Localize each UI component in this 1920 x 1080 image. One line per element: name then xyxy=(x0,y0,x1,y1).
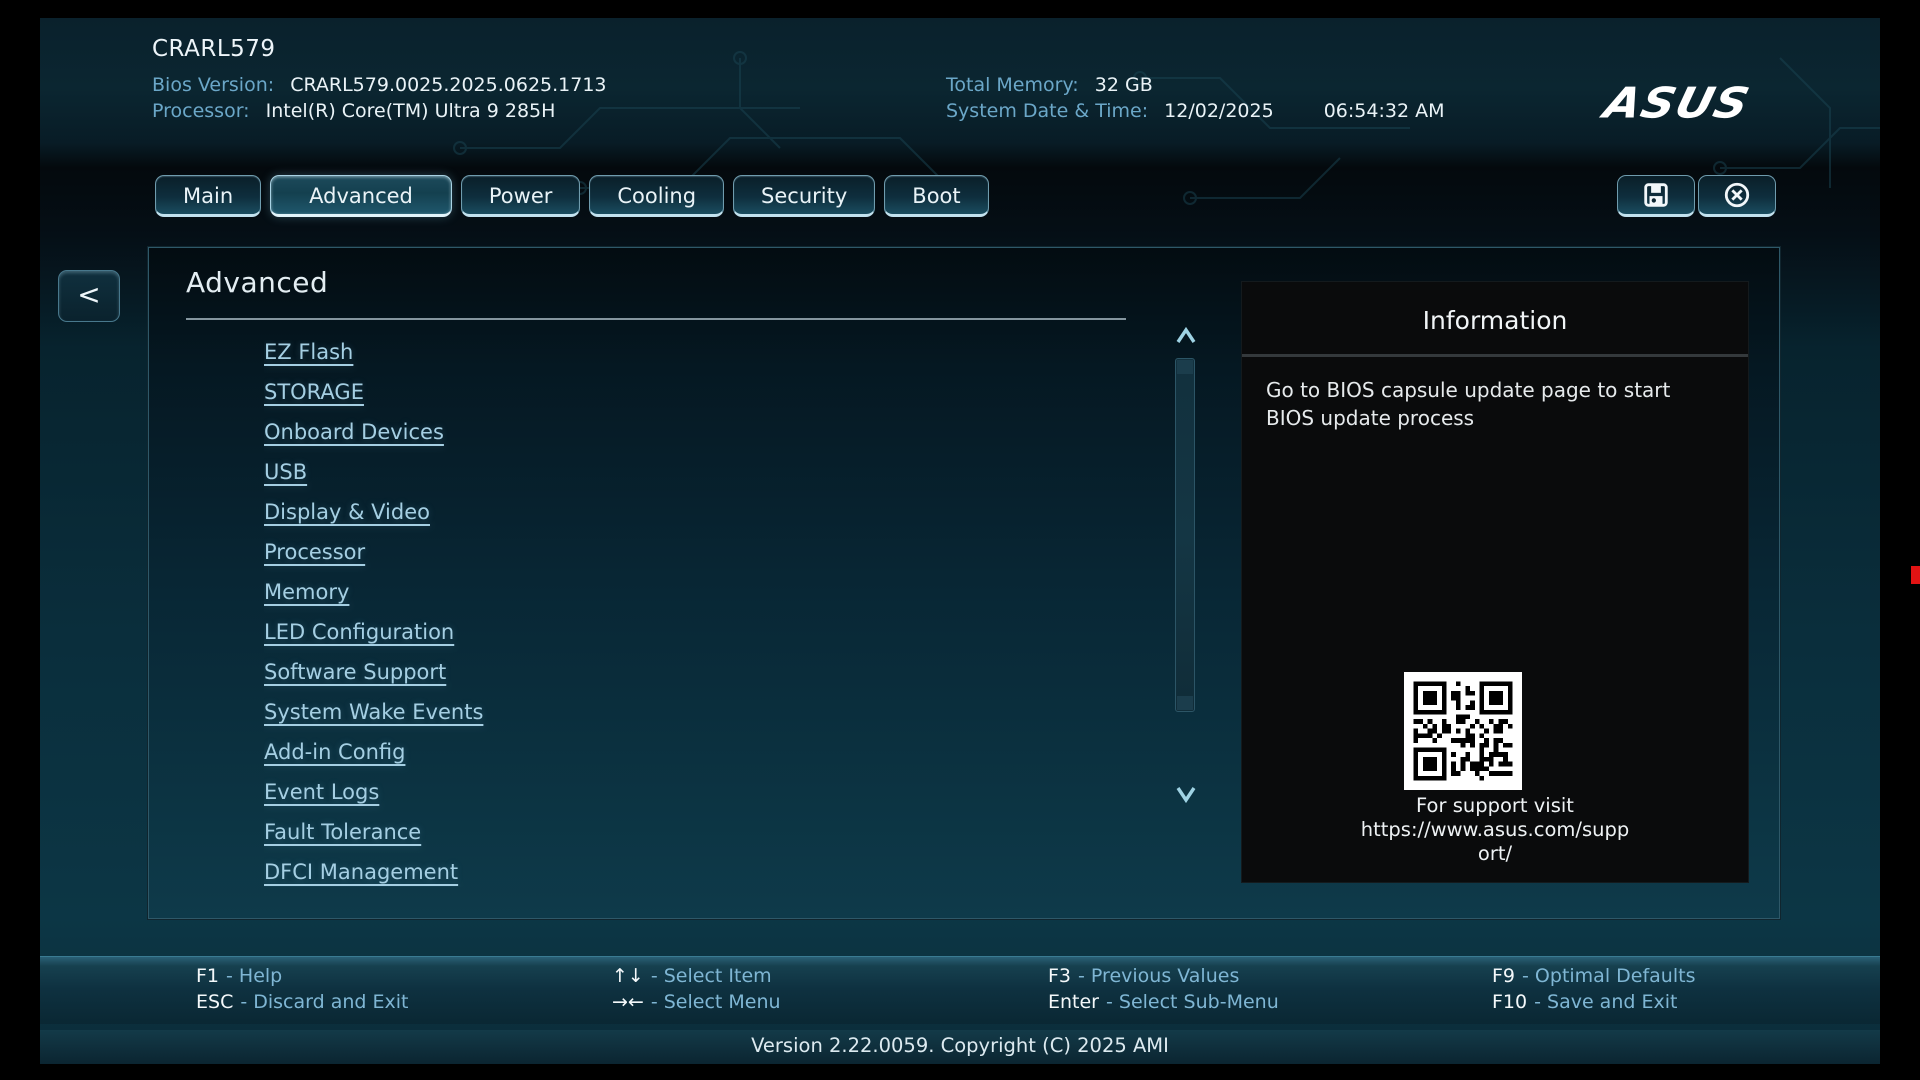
processor-value: Intel(R) Core(TM) Ultra 9 285H xyxy=(266,100,556,122)
title-divider xyxy=(186,318,1126,320)
menu-item-ez-flash[interactable]: EZ Flash xyxy=(264,340,1124,380)
hotkey-arrows-leftright: →←- Select Menu xyxy=(612,991,781,1017)
screen-artifact-red xyxy=(1911,566,1920,584)
hotkey-col-1: F1- Help ESC- Discard and Exit xyxy=(196,965,408,1017)
hotkey-col-2: ↑↓- Select Item →←- Select Menu xyxy=(612,965,781,1017)
version-text: Version 2.22.0059. Copyright (C) 2025 AM… xyxy=(751,1034,1169,1057)
menu-item-event-logs[interactable]: Event Logs xyxy=(264,780,1124,820)
scroll-up-icon[interactable] xyxy=(1174,324,1198,348)
hotkey-f1: F1- Help xyxy=(196,965,408,991)
system-date[interactable]: 12/02/2025 xyxy=(1164,100,1274,122)
menu-item-processor[interactable]: Processor xyxy=(264,540,1124,580)
tab-main[interactable]: Main xyxy=(155,175,261,217)
processor-label: Processor: xyxy=(152,100,250,122)
exit-button[interactable] xyxy=(1698,175,1776,217)
advanced-panel: Advanced EZ Flash STORAGE Onboard Device… xyxy=(148,247,1780,919)
model-name: CRARL579 xyxy=(152,36,276,62)
hotkey-esc: ESC- Discard and Exit xyxy=(196,991,408,1017)
advanced-menu-list: EZ Flash STORAGE Onboard Devices USB Dis… xyxy=(264,340,1124,887)
back-button[interactable]: < xyxy=(58,270,120,322)
hotkey-col-4: F9- Optimal Defaults F10- Save and Exit xyxy=(1492,965,1695,1017)
hotkey-f3: F3- Previous Values xyxy=(1048,965,1279,991)
bios-version-row: Bios Version: CRARL579.0025.2025.0625.17… xyxy=(152,74,607,96)
qr-code xyxy=(1404,672,1522,790)
save-button[interactable] xyxy=(1617,175,1695,217)
thumb-cap-top xyxy=(1177,360,1193,374)
datetime-label: System Date & Time: xyxy=(946,100,1148,122)
thumb-cap-bottom xyxy=(1177,696,1193,710)
menu-item-software-support[interactable]: Software Support xyxy=(264,660,1124,700)
bios-screen: CRARL579 Bios Version: CRARL579.0025.202… xyxy=(0,0,1920,1080)
total-memory-row: Total Memory: 32 GB xyxy=(946,74,1153,96)
window-buttons xyxy=(1617,175,1776,217)
total-memory-value: 32 GB xyxy=(1095,74,1153,96)
hotkey-enter: Enter- Select Sub-Menu xyxy=(1048,991,1279,1017)
bios-version-value: CRARL579.0025.2025.0625.1713 xyxy=(290,74,606,96)
information-divider xyxy=(1242,354,1748,357)
information-body: Go to BIOS capsule update page to start … xyxy=(1266,376,1724,432)
bios-frame: CRARL579 Bios Version: CRARL579.0025.202… xyxy=(40,18,1880,1064)
menu-item-add-in-config[interactable]: Add-in Config xyxy=(264,740,1124,780)
hotkey-f10: F10- Save and Exit xyxy=(1492,991,1695,1017)
hotkey-f9: F9- Optimal Defaults xyxy=(1492,965,1695,991)
tab-cooling[interactable]: Cooling xyxy=(589,175,724,217)
menu-item-storage[interactable]: STORAGE xyxy=(264,380,1124,420)
tab-power[interactable]: Power xyxy=(461,175,581,217)
circuit-pattern xyxy=(40,18,1880,258)
menu-item-display-video[interactable]: Display & Video xyxy=(264,500,1124,540)
hotkey-arrows-updown: ↑↓- Select Item xyxy=(612,965,781,991)
asus-logo: ASUS xyxy=(1600,78,1801,124)
version-bar: Version 2.22.0059. Copyright (C) 2025 AM… xyxy=(40,1030,1880,1064)
hotkey-bar: F1- Help ESC- Discard and Exit ↑↓- Selec… xyxy=(40,956,1880,1024)
floppy-disk-icon xyxy=(1643,182,1669,208)
menu-item-fault-tolerance[interactable]: Fault Tolerance xyxy=(264,820,1124,860)
scrollbar-thumb[interactable] xyxy=(1175,358,1195,712)
menu-item-usb[interactable]: USB xyxy=(264,460,1124,500)
information-panel: Information Go to BIOS capsule update pa… xyxy=(1241,281,1749,883)
page-title: Advanced xyxy=(186,266,328,299)
circle-x-icon xyxy=(1723,181,1751,209)
bios-version-label: Bios Version: xyxy=(152,74,274,96)
hotkey-col-3: F3- Previous Values Enter- Select Sub-Me… xyxy=(1048,965,1279,1017)
support-line-3: ort/ xyxy=(1242,842,1748,866)
scroll-down-icon[interactable] xyxy=(1174,782,1198,806)
tab-security[interactable]: Security xyxy=(733,175,875,217)
menu-item-system-wake-events[interactable]: System Wake Events xyxy=(264,700,1124,740)
support-line-2: https://www.asus.com/supp xyxy=(1242,818,1748,842)
tab-advanced[interactable]: Advanced xyxy=(270,175,452,217)
menu-item-led-configuration[interactable]: LED Configuration xyxy=(264,620,1124,660)
menu-item-dfci-management[interactable]: DFCI Management xyxy=(264,860,1124,887)
support-line-1: For support visit xyxy=(1242,794,1748,818)
datetime-row: System Date & Time: 12/02/2025 06:54:32 … xyxy=(946,100,1444,122)
system-time[interactable]: 06:54:32 AM xyxy=(1324,100,1445,122)
support-text: For support visit https://www.asus.com/s… xyxy=(1242,794,1748,866)
information-title: Information xyxy=(1242,306,1748,335)
menu-tab-bar: Main Advanced Power Cooling Security Boo… xyxy=(155,175,989,217)
tab-boot[interactable]: Boot xyxy=(884,175,988,217)
processor-row: Processor: Intel(R) Core(TM) Ultra 9 285… xyxy=(152,100,555,122)
menu-scrollbar xyxy=(1171,324,1201,814)
total-memory-label: Total Memory: xyxy=(946,74,1079,96)
menu-item-onboard-devices[interactable]: Onboard Devices xyxy=(264,420,1124,460)
menu-item-memory[interactable]: Memory xyxy=(264,580,1124,620)
